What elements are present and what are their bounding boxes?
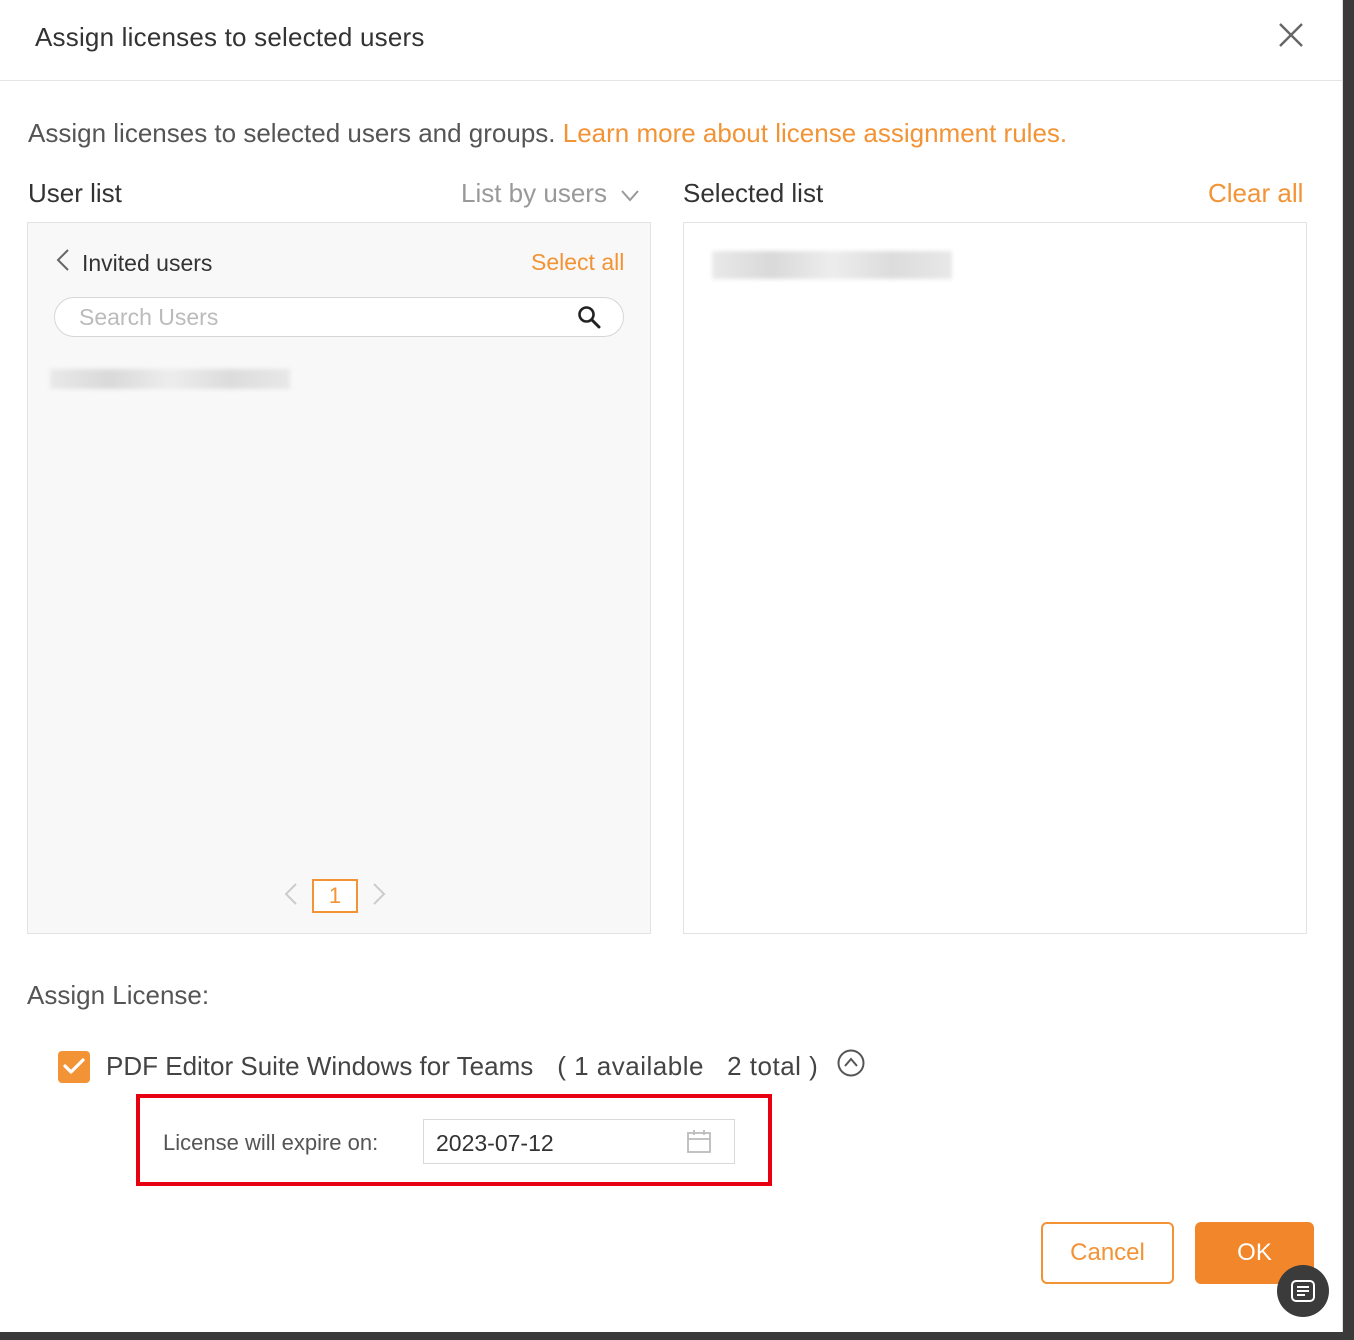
search-icon[interactable]	[577, 305, 601, 334]
license-product-name: PDF Editor Suite Windows for Teams	[106, 1051, 534, 1081]
search-input[interactable]	[77, 302, 561, 332]
pagination: 1	[284, 879, 386, 913]
user-list-item[interactable]	[50, 369, 290, 389]
user-list-panel: Invited users Select all 1	[27, 222, 651, 934]
selected-list-panel	[683, 222, 1307, 934]
assign-licenses-dialog: Assign licenses to selected users Assign…	[0, 0, 1343, 1332]
dialog-header: Assign licenses to selected users	[0, 0, 1342, 81]
list-by-dropdown[interactable]: List by users	[461, 178, 639, 209]
user-list-label: User list	[28, 178, 122, 208]
invited-users-label: Invited users	[82, 249, 213, 276]
expire-label: License will expire on:	[163, 1130, 379, 1155]
checkmark-icon	[63, 1051, 85, 1082]
chevron-right-icon[interactable]	[372, 882, 386, 910]
close-icon[interactable]	[1276, 20, 1306, 50]
license-row: PDF Editor Suite Windows for Teams ( 1 a…	[58, 1048, 866, 1085]
license-checkbox[interactable]	[58, 1050, 90, 1083]
invited-users-back[interactable]: Invited users	[56, 249, 212, 277]
chevron-down-icon	[621, 178, 639, 209]
selected-user-item[interactable]	[712, 251, 952, 279]
intro-text: Assign licenses to selected users and gr…	[28, 118, 1067, 149]
page-number[interactable]: 1	[312, 879, 358, 913]
dialog-title: Assign licenses to selected users	[35, 22, 425, 52]
list-by-value: List by users	[461, 178, 607, 208]
clear-all-link[interactable]: Clear all	[1208, 178, 1303, 209]
selected-list-label: Selected list	[683, 178, 824, 208]
fab-menu-icon[interactable]	[1277, 1265, 1329, 1317]
intro-description: Assign licenses to selected users and gr…	[28, 118, 563, 148]
search-users-box	[54, 297, 624, 337]
expire-date-field[interactable]: 2023-07-12	[423, 1119, 735, 1164]
select-all-link[interactable]: Select all	[531, 249, 624, 276]
assign-license-label: Assign License:	[27, 980, 210, 1010]
cancel-button[interactable]: Cancel	[1041, 1222, 1174, 1284]
collapse-up-icon[interactable]	[836, 1048, 866, 1085]
learn-more-link[interactable]: Learn more about license assignment rule…	[563, 118, 1067, 148]
chevron-left-icon	[56, 249, 70, 277]
expire-date-value: 2023-07-12	[436, 1130, 554, 1156]
chevron-left-icon[interactable]	[284, 882, 298, 910]
calendar-icon[interactable]	[686, 1129, 712, 1160]
license-availability: ( 1 available 2 total )	[557, 1051, 819, 1081]
